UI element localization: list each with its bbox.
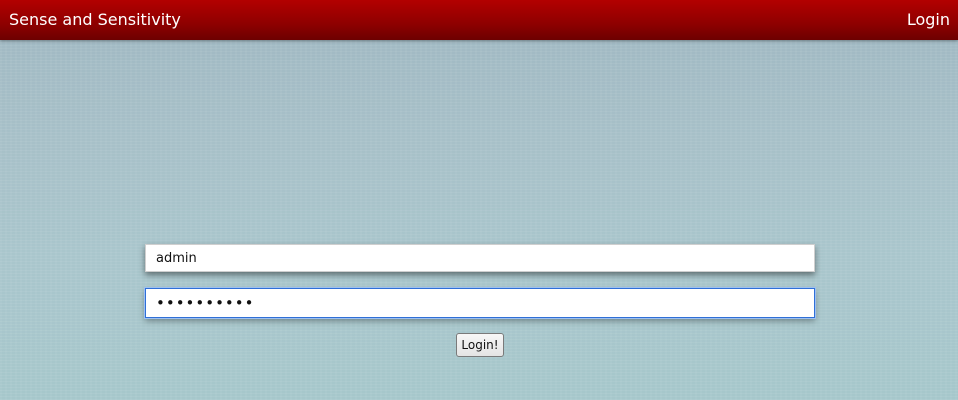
password-input[interactable] xyxy=(145,288,815,318)
site-brand[interactable]: Sense and Sensitivity xyxy=(9,10,181,30)
nav-login-link[interactable]: Login xyxy=(907,10,950,30)
username-input[interactable] xyxy=(145,244,815,272)
top-navbar: Sense and Sensitivity Login xyxy=(0,0,958,40)
login-form: Login! xyxy=(145,244,815,357)
submit-row: Login! xyxy=(145,333,815,357)
login-page: Sense and Sensitivity Login Login! xyxy=(0,0,958,400)
login-submit-button[interactable]: Login! xyxy=(456,333,504,357)
